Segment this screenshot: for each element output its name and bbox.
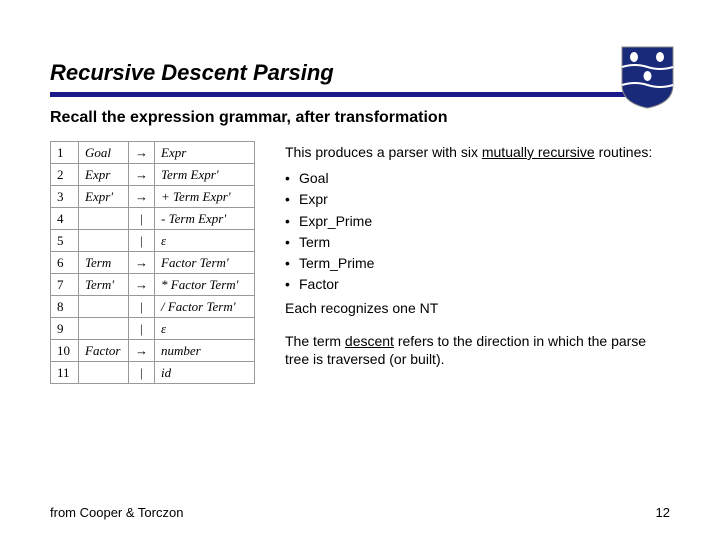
title-rule bbox=[50, 92, 670, 97]
slide-subtitle: Recall the expression grammar, after tra… bbox=[50, 109, 670, 127]
grammar-row: 4|- Term Expr' bbox=[51, 208, 255, 230]
tail-text: Each recognizes one NT bbox=[285, 299, 670, 317]
grammar-row: 7Term'→* Factor Term' bbox=[51, 274, 255, 296]
routine-item: Goal bbox=[285, 169, 670, 187]
footer: from Cooper & Torczon 12 bbox=[50, 505, 670, 520]
shield-logo bbox=[620, 45, 675, 110]
grammar-row: 1Goal→Expr bbox=[51, 142, 255, 164]
footer-left: from Cooper & Torczon bbox=[50, 505, 183, 520]
grammar-row: 2Expr→Term Expr' bbox=[51, 164, 255, 186]
grammar-row: 11|id bbox=[51, 362, 255, 384]
routine-item: Expr_Prime bbox=[285, 212, 670, 230]
slide-title: Recursive Descent Parsing bbox=[50, 60, 670, 86]
grammar-row: 3Expr'→+ Term Expr' bbox=[51, 186, 255, 208]
intro-c: routines: bbox=[595, 144, 653, 160]
routine-item: Term_Prime bbox=[285, 254, 670, 272]
routine-item: Factor bbox=[285, 275, 670, 293]
explanation-text: This produces a parser with six mutually… bbox=[285, 141, 670, 384]
para2-underline: descent bbox=[345, 333, 394, 349]
content-row: 1Goal→Expr2Expr→Term Expr'3Expr'→+ Term … bbox=[50, 141, 670, 384]
grammar-table: 1Goal→Expr2Expr→Term Expr'3Expr'→+ Term … bbox=[50, 141, 255, 384]
grammar-row: 8|/ Factor Term' bbox=[51, 296, 255, 318]
grammar-row: 5|ε bbox=[51, 230, 255, 252]
routine-item: Expr bbox=[285, 190, 670, 208]
grammar-row: 6Term→Factor Term' bbox=[51, 252, 255, 274]
para2-a: The term bbox=[285, 333, 345, 349]
grammar-row: 9|ε bbox=[51, 318, 255, 340]
grammar-row: 10Factor→number bbox=[51, 340, 255, 362]
footer-page: 12 bbox=[656, 505, 670, 520]
routine-item: Term bbox=[285, 233, 670, 251]
routine-list: Goal Expr Expr_Prime Term Term_Prime Factor bbox=[285, 169, 670, 293]
intro-a: This produces a parser with six bbox=[285, 144, 482, 160]
intro-underline: mutually recursive bbox=[482, 144, 595, 160]
